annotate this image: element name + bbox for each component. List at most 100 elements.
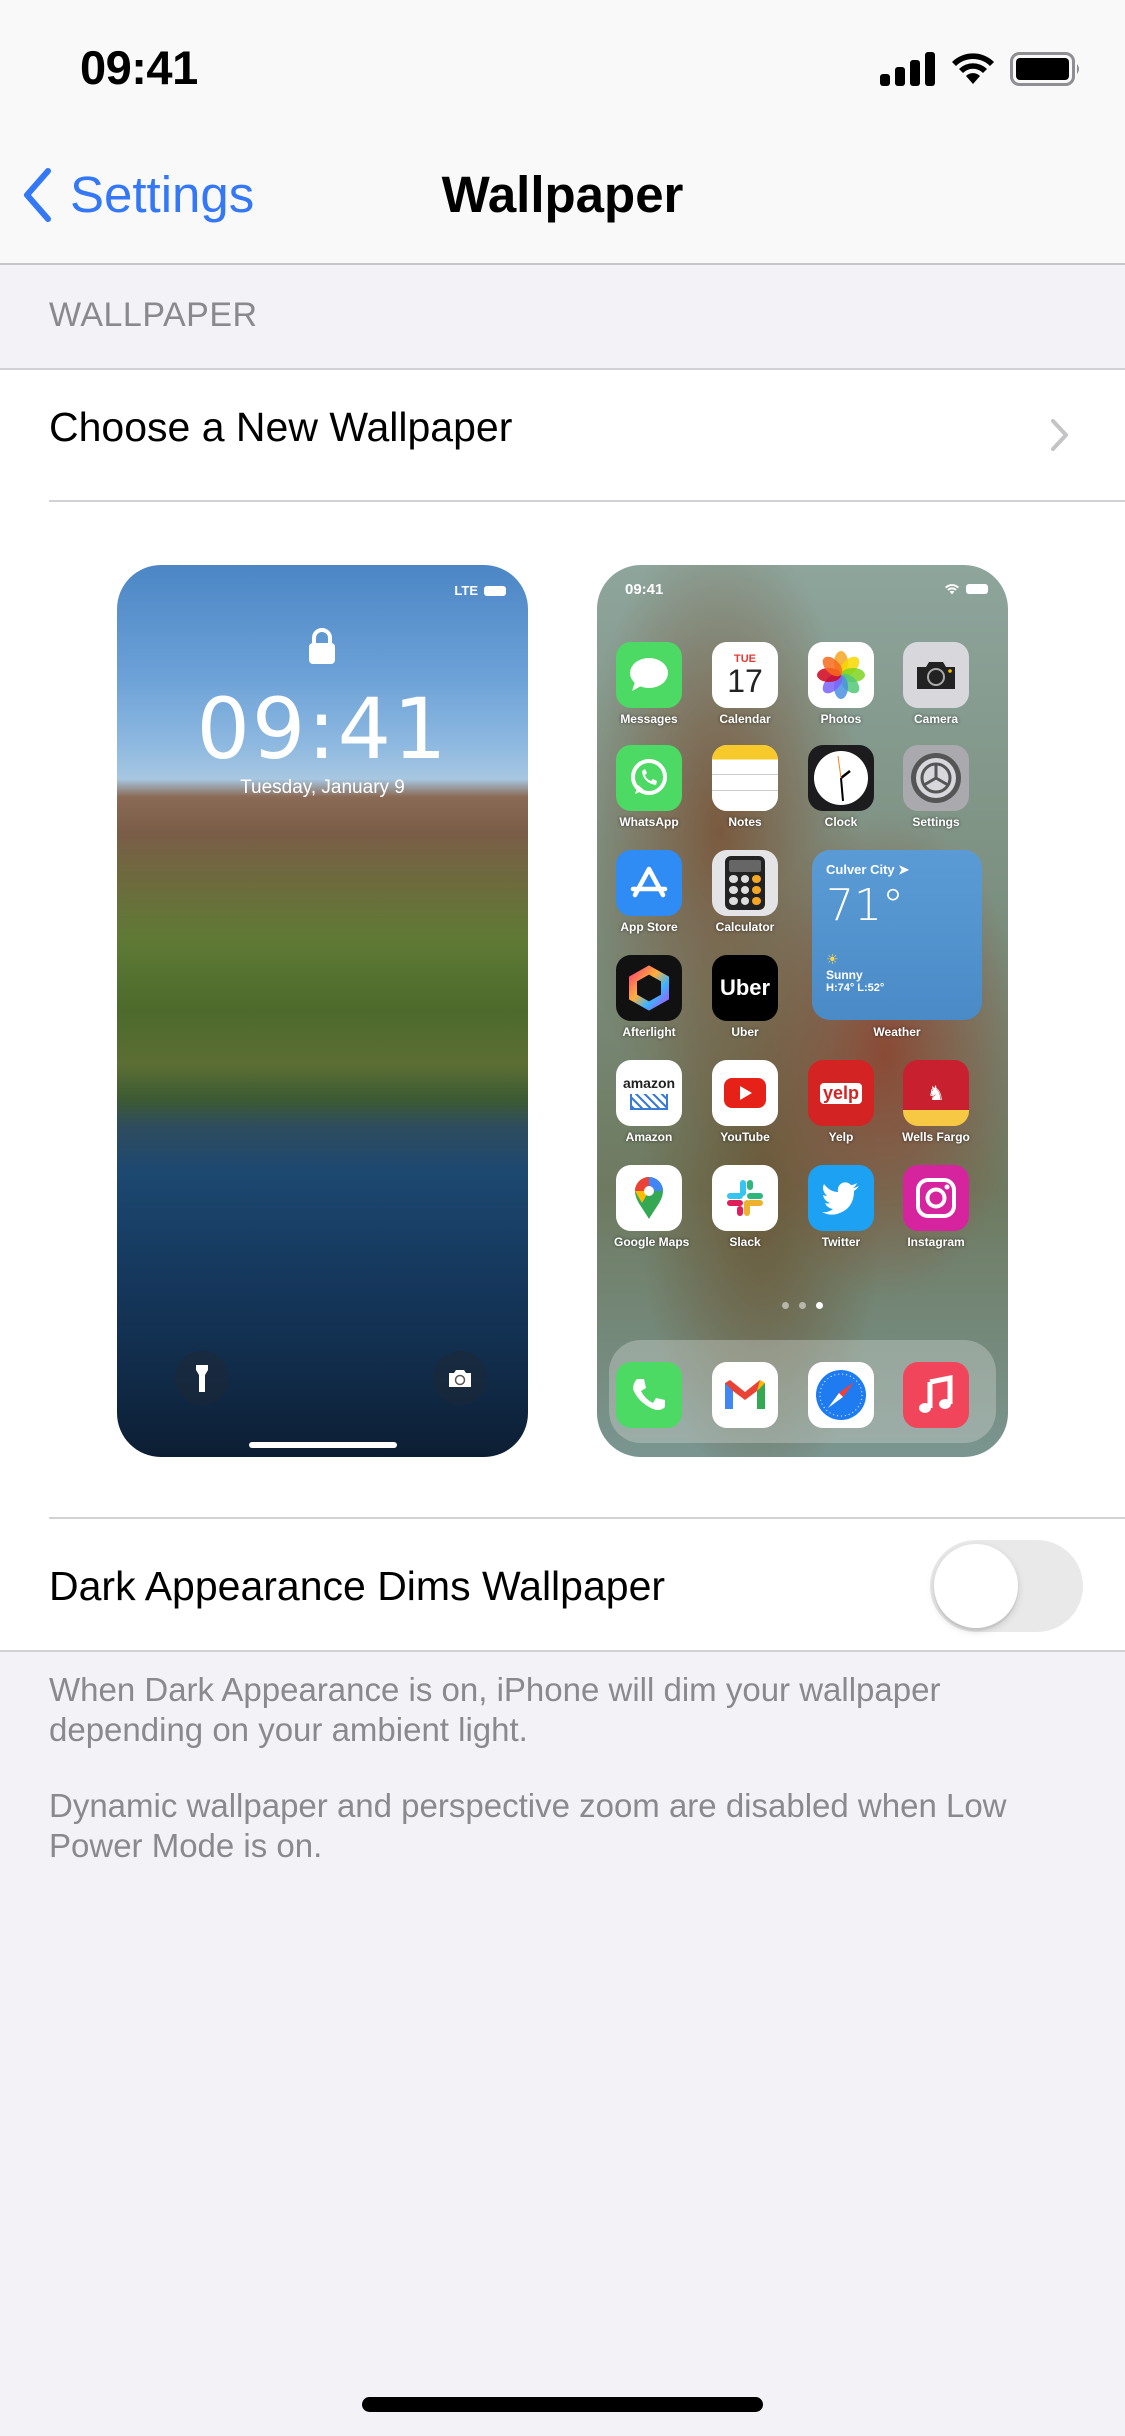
calculator-icon — [712, 850, 778, 916]
app-label: Clock — [824, 815, 858, 829]
app-settings: Settings — [901, 745, 971, 829]
lock-screen-date: Tuesday, January 9 — [240, 777, 405, 798]
app-store-icon — [616, 850, 682, 916]
home-screen-preview[interactable]: 09:41 Messages TUE 17 Calendar Photos Camera W… — [597, 565, 1008, 1457]
page-dot — [816, 1302, 823, 1309]
photos-icon — [808, 642, 874, 708]
slack-icon — [712, 1165, 778, 1231]
chevron-left-icon — [24, 167, 51, 222]
app-label: WhatsApp — [619, 815, 679, 829]
phone-icon — [616, 1362, 682, 1428]
app-label: Calculator — [715, 920, 775, 934]
home-status-icons — [944, 583, 988, 595]
home-indicator — [249, 1442, 397, 1448]
app-label: Camera — [913, 712, 959, 726]
lock-screen-time: 09:41 — [196, 680, 449, 778]
google-maps-icon — [616, 1165, 682, 1231]
app-app-store: App Store — [614, 850, 684, 934]
footer-note-low-power: Dynamic wallpaper and perspective zoom a… — [49, 1787, 1007, 1864]
app-label: Wells Fargo — [902, 1130, 970, 1144]
app-afterlight: Afterlight — [614, 955, 684, 1039]
wells-fargo-icon: ♞ — [903, 1060, 969, 1126]
divider — [49, 1517, 1125, 1519]
page-dot — [799, 1302, 806, 1309]
app-label: Twitter — [821, 1235, 861, 1249]
flashlight-button — [175, 1351, 229, 1405]
app-messages: Messages — [614, 642, 684, 726]
weather-temp: 71° — [826, 880, 904, 931]
youtube-icon — [712, 1060, 778, 1126]
lock-status-bar: LTE — [454, 583, 506, 598]
app-uber: Uber Uber — [710, 955, 780, 1039]
back-button[interactable]: Settings — [22, 165, 254, 224]
app-label: App Store — [620, 920, 678, 934]
gmail-icon — [712, 1362, 778, 1428]
app-twitter: Twitter — [806, 1165, 876, 1249]
safari-icon — [808, 1362, 874, 1428]
app-label: Google Maps — [614, 1235, 690, 1249]
status-time: 09:41 — [80, 41, 198, 94]
page-dot — [782, 1302, 789, 1309]
choose-new-wallpaper-row[interactable]: Choose a New Wallpaper — [49, 404, 512, 451]
camera-icon — [449, 1370, 471, 1387]
app-label: Messages — [620, 712, 678, 726]
sun-icon: ☀ — [826, 951, 839, 967]
section-header: WALLPAPER — [49, 296, 258, 334]
app-notes: Notes — [710, 745, 780, 829]
home-indicator[interactable] — [362, 2397, 763, 2412]
location-arrow-icon: ➤ — [898, 862, 910, 877]
app-label: Yelp — [828, 1130, 854, 1144]
uber-icon: Uber — [712, 955, 778, 1021]
clock-icon — [808, 745, 874, 811]
wifi-icon — [945, 584, 959, 595]
weather-city: Culver City ➤ — [826, 862, 910, 877]
page-indicator — [597, 1302, 1008, 1309]
app-yelp: yelp Yelp — [806, 1060, 876, 1144]
footer-note-dark-appearance: When Dark Appearance is on, iPhone will … — [49, 1671, 941, 1748]
app-photos: Photos — [806, 642, 876, 726]
twitter-icon — [808, 1165, 874, 1231]
music-icon — [903, 1362, 969, 1428]
app-instagram: Instagram — [901, 1165, 971, 1249]
app-label: Notes — [728, 815, 762, 829]
app-google-maps: Google Maps — [614, 1165, 690, 1249]
calendar-icon: TUE 17 — [712, 642, 778, 708]
app-clock: Clock — [806, 745, 876, 829]
battery-icon — [484, 585, 506, 596]
weather-label: Weather — [873, 1025, 921, 1039]
app-wells-fargo: ♞ Wells Fargo — [901, 1060, 971, 1144]
weather-condition: Sunny — [826, 968, 863, 982]
app-label: Uber — [731, 1025, 759, 1039]
yelp-icon: yelp — [808, 1060, 874, 1126]
afterlight-icon — [616, 955, 682, 1021]
whatsapp-icon — [616, 745, 682, 811]
app-label: Photos — [820, 712, 862, 726]
amazon-icon: amazon — [616, 1060, 682, 1126]
dark-appearance-dims-toggle[interactable] — [930, 1540, 1083, 1632]
camera-icon — [903, 642, 969, 708]
wifi-icon — [952, 53, 994, 84]
settings-icon — [903, 745, 969, 811]
app-label: Afterlight — [622, 1025, 676, 1039]
messages-icon — [616, 642, 682, 708]
app-camera: Camera — [901, 642, 971, 726]
battery-icon — [966, 584, 988, 594]
app-label: Calendar — [719, 712, 771, 726]
lock-screen-preview[interactable]: LTE 09:41 Tuesday, January 9 — [117, 565, 528, 1457]
app-slack: Slack — [710, 1165, 780, 1249]
camera-shortcut-button — [433, 1351, 487, 1405]
home-status-time: 09:41 — [625, 581, 664, 598]
app-label: Slack — [729, 1235, 761, 1249]
app-amazon: amazon Amazon — [614, 1060, 684, 1144]
divider — [49, 500, 1125, 502]
weather-high-low: H:74° L:52° — [826, 982, 885, 994]
weather-widget: Culver City ➤ 71° ☀ Sunny H:74° L:52° — [812, 850, 982, 1020]
back-label: Settings — [70, 166, 255, 223]
app-label: Amazon — [625, 1130, 673, 1144]
app-label: Instagram — [907, 1235, 965, 1249]
chevron-right-icon — [1051, 419, 1068, 451]
dark-appearance-dims-label: Dark Appearance Dims Wallpaper — [49, 1563, 666, 1609]
notes-icon — [712, 745, 778, 811]
app-label: YouTube — [720, 1130, 770, 1144]
flashlight-icon — [196, 1365, 208, 1392]
